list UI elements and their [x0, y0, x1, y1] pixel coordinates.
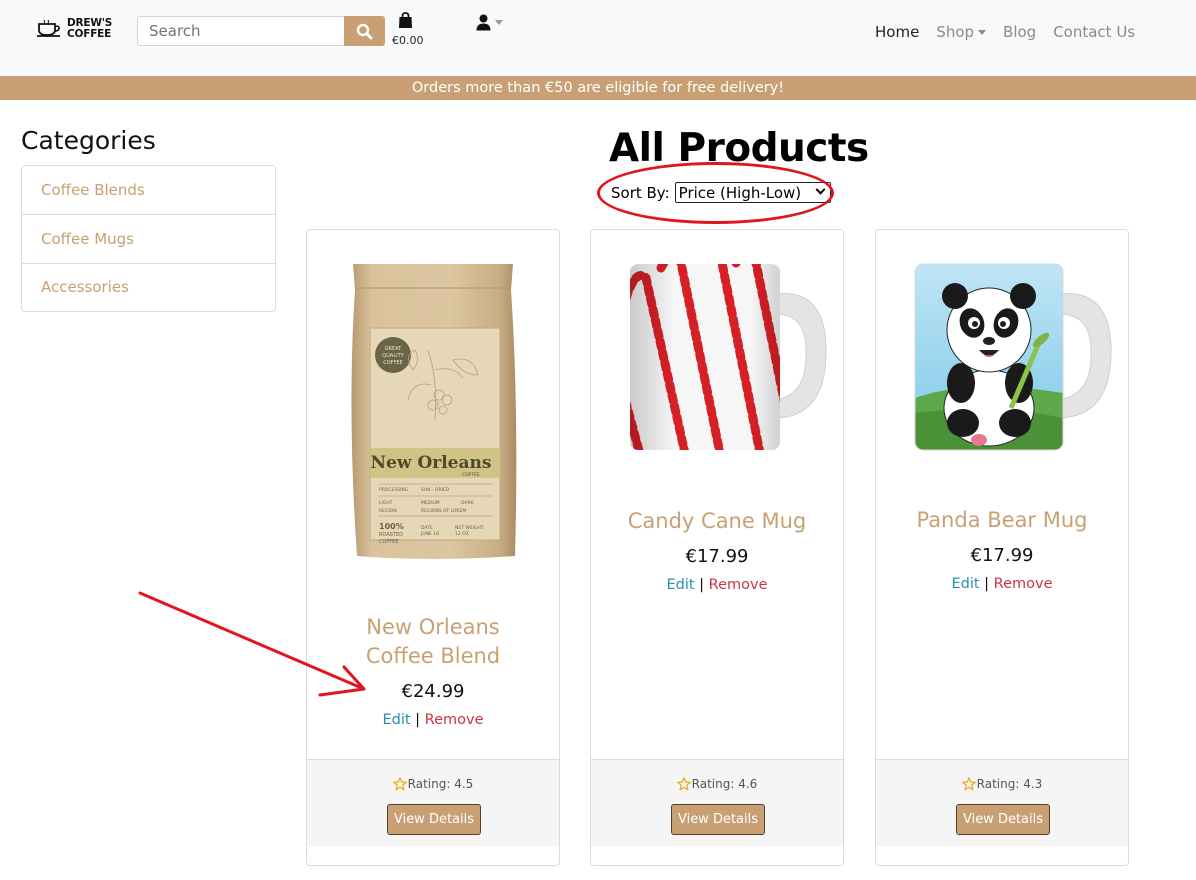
candy-cane-mug-image: [630, 264, 827, 450]
sort-control: Sort By: Price (High-Low): [611, 182, 831, 203]
svg-text:LIGHT: LIGHT: [379, 500, 393, 506]
sort-selected-value: Price (High-Low): [678, 183, 802, 202]
remove-link[interactable]: Remove: [425, 712, 484, 728]
separator: |: [415, 712, 421, 728]
svg-text:COFFEE: COFFEE: [379, 539, 399, 545]
product-card-footer: Rating: 4.6 View Details: [591, 759, 843, 846]
user-icon: [476, 14, 491, 31]
edit-link[interactable]: Edit: [951, 576, 979, 592]
svg-text:JUNE 16: JUNE 16: [420, 531, 439, 537]
product-admin-actions: Edit | Remove: [307, 712, 559, 728]
sort-select[interactable]: Price (High-Low): [674, 182, 831, 203]
star-icon: [676, 777, 691, 791]
product-rating: Rating: 4.5: [307, 777, 559, 791]
separator: |: [699, 577, 705, 593]
product-name[interactable]: Candy Cane Mug: [591, 507, 843, 536]
nav-shop-label: Shop: [936, 23, 975, 41]
svg-text:PROCESSING: PROCESSING: [379, 487, 409, 493]
main-nav: Home Shop Blog Contact Us: [875, 21, 1152, 43]
category-coffee-mugs[interactable]: Coffee Mugs: [22, 215, 275, 264]
product-card-body: Panda Bear Mug €17.99 Edit | Remove: [876, 506, 1128, 592]
svg-text:COFFEE: COFFEE: [462, 472, 480, 478]
chevron-down-icon: [495, 20, 503, 25]
svg-text:DATE: DATE: [421, 525, 433, 531]
product-name[interactable]: Panda Bear Mug: [876, 506, 1128, 535]
edit-link[interactable]: Edit: [666, 577, 694, 593]
search-input[interactable]: Search: [137, 16, 344, 46]
search-icon: [356, 23, 373, 39]
category-list: Coffee Blends Coffee Mugs Accessories: [21, 165, 276, 312]
svg-text:COFFEE: COFFEE: [383, 360, 403, 366]
product-admin-actions: Edit | Remove: [591, 577, 843, 593]
star-icon: [392, 777, 407, 791]
product-admin-actions: Edit | Remove: [876, 576, 1128, 592]
svg-text:REGION: REGION: [379, 508, 397, 514]
remove-link[interactable]: Remove: [709, 577, 768, 593]
brand-name: DREW'S COFFEE: [67, 17, 113, 40]
page-title: All Products: [609, 126, 869, 171]
separator: |: [984, 576, 990, 592]
chevron-down-icon: [978, 29, 987, 35]
nav-blog-link[interactable]: Blog: [1003, 21, 1036, 43]
product-card-footer: Rating: 4.3 View Details: [876, 759, 1128, 846]
product-card: Candy Cane Mug €17.99 Edit | Remove Rati…: [590, 229, 844, 866]
view-details-button[interactable]: View Details: [956, 804, 1050, 835]
account-dropdown[interactable]: [476, 14, 503, 31]
product-rating: Rating: 4.3: [876, 777, 1128, 791]
product-image[interactable]: GREAT QUALITY COFFEE New Orleans COFFEE …: [307, 260, 559, 562]
brand-logo[interactable]: DREW'S COFFEE: [36, 18, 112, 40]
product-card-footer: Rating: 4.5 View Details: [307, 759, 559, 846]
svg-text:SUN - DRIED: SUN - DRIED: [421, 487, 450, 493]
product-image[interactable]: [876, 258, 1128, 454]
svg-text:NET WEIGHT: NET WEIGHT: [455, 525, 484, 531]
star-icon: [961, 777, 976, 791]
product-card-body: Candy Cane Mug €17.99 Edit | Remove: [591, 507, 843, 593]
edit-link[interactable]: Edit: [382, 712, 410, 728]
svg-text:MEDIUM: MEDIUM: [421, 500, 440, 506]
rating-text: Rating: 4.6: [691, 777, 758, 791]
sort-label: Sort By:: [611, 183, 670, 202]
rating-text: Rating: 4.5: [407, 777, 474, 791]
remove-link[interactable]: Remove: [994, 576, 1053, 592]
categories-heading: Categories: [21, 126, 156, 155]
view-details-button[interactable]: View Details: [387, 804, 481, 835]
category-accessories[interactable]: Accessories: [22, 264, 275, 311]
product-price: €24.99: [401, 681, 465, 702]
delivery-banner: Orders more than €50 are eligible for fr…: [0, 76, 1196, 100]
chevron-down-icon: [815, 184, 826, 195]
svg-text:12 OZ: 12 OZ: [455, 531, 469, 537]
product-name[interactable]: New Orleans Coffee Blend: [307, 613, 559, 671]
nav-shop-dropdown[interactable]: Shop: [936, 21, 987, 43]
svg-text:New Orleans: New Orleans: [371, 453, 492, 473]
svg-text:GREAT: GREAT: [385, 346, 403, 352]
product-price: €17.99: [970, 545, 1034, 566]
product-card: Panda Bear Mug €17.99 Edit | Remove Rati…: [875, 229, 1129, 866]
search-form: Search: [137, 16, 385, 46]
rating-text: Rating: 4.3: [976, 777, 1043, 791]
shopping-bag-icon: [399, 12, 412, 28]
product-rating: Rating: 4.6: [591, 777, 843, 791]
product-card-body: New Orleans Coffee Blend €24.99 Edit | R…: [307, 613, 559, 728]
navbar: DREW'S COFFEE Search €0.00 Home Shop Blo…: [0, 0, 1196, 76]
product-price: €17.99: [685, 546, 749, 567]
nav-contact-link[interactable]: Contact Us: [1053, 21, 1135, 43]
coffee-bag-image: GREAT QUALITY COFFEE New Orleans COFFEE …: [351, 264, 517, 559]
svg-text:QUALITY: QUALITY: [382, 353, 404, 359]
svg-text:DARK: DARK: [461, 500, 475, 506]
panda-bear-mug-image: [914, 263, 1112, 451]
nav-home-link[interactable]: Home: [875, 21, 919, 43]
category-coffee-blends[interactable]: Coffee Blends: [22, 166, 275, 215]
search-button[interactable]: [344, 16, 385, 46]
svg-text:100%: 100%: [379, 522, 404, 531]
product-card: GREAT QUALITY COFFEE New Orleans COFFEE …: [306, 229, 560, 866]
coffee-cup-icon: [37, 19, 60, 37]
cart-total: €0.00: [392, 34, 424, 47]
svg-text:REGIONS OF LOREM: REGIONS OF LOREM: [421, 508, 466, 514]
cart-button[interactable]: €0.00: [392, 12, 424, 47]
svg-text:ROASTED: ROASTED: [379, 532, 403, 538]
product-image[interactable]: [591, 258, 843, 454]
view-details-button[interactable]: View Details: [671, 804, 765, 835]
